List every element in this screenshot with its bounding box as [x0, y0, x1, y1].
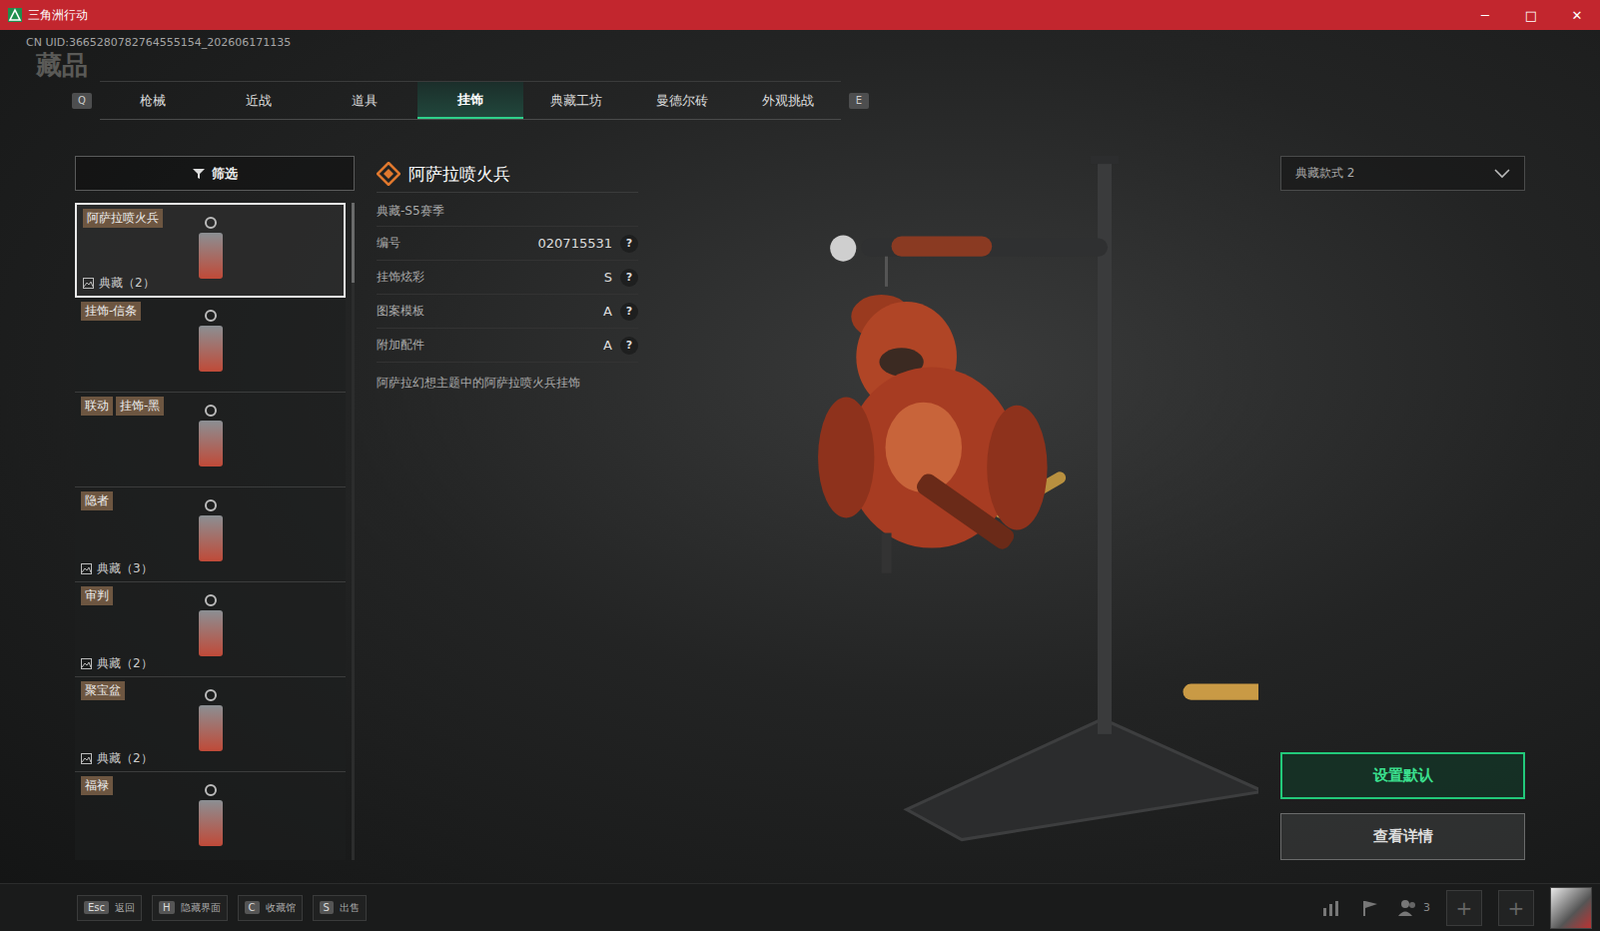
tab[interactable]: 外观挑战: [735, 81, 841, 119]
help-button[interactable]: ?: [620, 234, 639, 253]
flag-icon[interactable]: [1359, 898, 1382, 917]
style-dropdown[interactable]: 典藏款式 2: [1280, 155, 1526, 191]
uid-label: CN UID:3665280782764555154_202606171135: [25, 35, 1575, 49]
page-title: 藏品: [25, 48, 1575, 81]
tab[interactable]: 典藏工坊: [523, 81, 630, 119]
chevron-down-icon: [1494, 168, 1511, 179]
action-button[interactable]: 查看详情: [1280, 812, 1526, 860]
item-thumbnail: [195, 499, 226, 566]
hotkey-button[interactable]: H 隐藏界面: [151, 894, 228, 921]
collection-screen: CN UID:3665280782764555154_202606171135 …: [0, 29, 1600, 883]
item-tag: 隐者: [80, 491, 113, 511]
item-tag: 联动: [80, 396, 113, 416]
picture-icon: [82, 277, 94, 289]
title-bar: 三角洲行动 ─□✕: [0, 0, 1600, 30]
hotkey-button[interactable]: S 出售: [312, 894, 367, 921]
item-card[interactable]: 联动挂饰-黑: [74, 392, 346, 488]
charm-stand-figure: [660, 155, 1259, 860]
friends-button[interactable]: 3: [1397, 898, 1431, 917]
tab[interactable]: 道具: [311, 81, 418, 119]
picture-icon: [80, 753, 92, 765]
scrollbar[interactable]: [351, 202, 355, 860]
collection-count: 典藏（2）: [80, 655, 153, 673]
attribute-row: 图案模板 A ?: [376, 294, 639, 329]
hotkey-button[interactable]: Esc 返回: [76, 894, 142, 921]
action-button[interactable]: 设置默认: [1280, 752, 1526, 800]
item-card[interactable]: 审判 典藏（2）: [74, 582, 346, 678]
item-thumbnail: [195, 216, 226, 283]
preview-area[interactable]: [660, 155, 1259, 860]
item-thumbnail: [195, 784, 226, 850]
item-tag: 福禄: [80, 776, 113, 796]
player-avatar[interactable]: [1550, 886, 1593, 929]
hotkey-button[interactable]: C 收藏馆: [237, 894, 303, 921]
detail-panel: 阿萨拉喷火兵 典藏-S5赛季 编号 020715531 ?挂饰炫彩 S ?图案模…: [376, 155, 639, 860]
picture-icon: [80, 563, 92, 575]
tab-bar: Q 枪械近战道具挂饰典藏工坊曼德尔砖外观挑战 E: [25, 80, 1575, 120]
filter-button[interactable]: 筛选: [74, 155, 355, 191]
tab[interactable]: 曼德尔砖: [629, 81, 736, 119]
window-title: 三角洲行动: [27, 6, 1457, 24]
stats-chart-icon[interactable]: [1321, 898, 1344, 917]
season-label: 典藏-S5赛季: [376, 192, 639, 227]
attribute-row: 附加配件 A ?: [376, 328, 639, 363]
item-tag: 阿萨拉喷火兵: [82, 208, 163, 228]
tab[interactable]: 枪械: [99, 81, 206, 119]
rarity-diamond-icon: [376, 161, 401, 186]
window-control[interactable]: ✕: [1554, 0, 1600, 30]
item-thumbnail: [195, 594, 226, 661]
item-list-panel: 筛选 阿萨拉喷火兵 典藏（2）挂饰-信条 联动挂饰-黑 隐者 典藏（3）审判 典…: [74, 155, 355, 860]
window-control[interactable]: □: [1508, 0, 1555, 30]
item-tag: 聚宝盆: [80, 681, 125, 701]
item-description: 阿萨拉幻想主题中的阿萨拉喷火兵挂饰: [376, 362, 639, 392]
attribute-row: 挂饰炫彩 S ?: [376, 260, 639, 295]
item-thumbnail: [195, 404, 226, 471]
tab[interactable]: 挂饰: [417, 81, 524, 119]
item-name: 阿萨拉喷火兵: [408, 162, 511, 186]
item-thumbnail: [195, 689, 226, 756]
collection-count: 典藏（2）: [80, 750, 153, 768]
item-thumbnail: [195, 309, 226, 376]
help-button[interactable]: ?: [620, 268, 639, 287]
next-tab-key[interactable]: E: [848, 92, 869, 109]
game-logo-icon: [7, 7, 22, 22]
help-button[interactable]: ?: [620, 302, 639, 321]
funnel-icon: [191, 166, 206, 181]
prev-tab-key[interactable]: Q: [71, 92, 92, 109]
tab[interactable]: 近战: [205, 81, 312, 119]
item-card[interactable]: 隐者 典藏（3）: [74, 487, 346, 583]
collection-count: 典藏（3）: [80, 560, 153, 578]
people-icon: [1397, 898, 1420, 917]
picture-icon: [80, 658, 92, 670]
item-card[interactable]: 福禄: [74, 772, 346, 860]
help-button[interactable]: ?: [620, 336, 639, 355]
bottom-bar: Esc 返回 H 隐藏界面 C 收藏馆 S 出售 3 + +: [0, 882, 1600, 931]
collection-count: 典藏（2）: [82, 274, 155, 292]
item-tag: 挂饰-信条: [80, 301, 141, 321]
attribute-row: 编号 020715531 ?: [376, 226, 639, 261]
game-window: 三角洲行动 ─□✕ CN UID:3665280782764555154_202…: [0, 0, 1600, 931]
item-tag: 挂饰-黑: [115, 396, 164, 416]
window-control[interactable]: ─: [1462, 0, 1509, 30]
item-tag: 审判: [80, 586, 113, 606]
item-card[interactable]: 阿萨拉喷火兵 典藏（2）: [74, 202, 346, 298]
invite-slot[interactable]: +: [1446, 889, 1483, 926]
invite-slot[interactable]: +: [1498, 889, 1535, 926]
item-card[interactable]: 聚宝盆 典藏（2）: [74, 677, 346, 773]
item-card[interactable]: 挂饰-信条: [74, 297, 346, 393]
